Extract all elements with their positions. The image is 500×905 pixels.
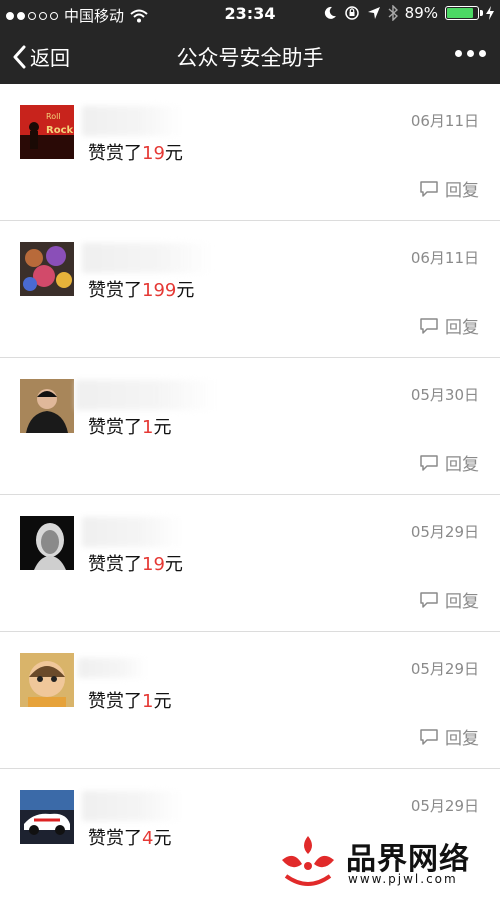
moon-icon	[324, 6, 336, 19]
list-item: 05月29日 赞赏了1元 回复	[0, 632, 500, 769]
reward-amount: 4	[142, 828, 154, 849]
avatar[interactable]	[20, 242, 74, 296]
battery-percent: 89%	[404, 4, 438, 22]
reward-text: 赞赏了1元	[88, 691, 172, 712]
list-item: 05月29日 赞赏了19元 回复	[0, 495, 500, 632]
svg-text:Rock: Rock	[46, 125, 73, 136]
battery-icon	[445, 6, 483, 20]
reward-date: 06月11日	[410, 249, 479, 267]
watermark: 品界网络 www.pjwl.com	[276, 832, 476, 889]
logo-icon	[282, 836, 334, 886]
reward-date: 05月30日	[410, 386, 479, 404]
comment-icon	[420, 180, 438, 197]
reward-text: 赞赏了199元	[88, 280, 195, 301]
reward-date: 05月29日	[410, 660, 479, 678]
list-item: Roll Rock 06月11日 赞赏了19元 回复	[0, 84, 500, 221]
status-bar: 中国移动 23:34 89%	[0, 0, 500, 28]
reward-amount: 199	[142, 280, 177, 301]
reward-list: Roll Rock 06月11日 赞赏了19元 回复 06月11日 赞赏了199…	[0, 84, 500, 905]
reply-button[interactable]: 回复	[419, 724, 479, 749]
location-icon	[367, 7, 380, 19]
avatar[interactable]	[20, 790, 74, 844]
reward-date: 06月11日	[410, 112, 479, 130]
reward-amount: 1	[142, 691, 154, 712]
reply-button[interactable]: 回复	[419, 313, 479, 338]
charging-icon	[486, 6, 494, 20]
reply-button[interactable]: 回复	[419, 450, 479, 475]
reward-amount: 19	[142, 143, 165, 164]
comment-icon	[420, 317, 438, 334]
navigation-bar: 返回 公众号安全助手	[0, 28, 500, 84]
reward-text: 赞赏了1元	[88, 417, 172, 438]
more-options-button[interactable]	[455, 50, 486, 57]
avatar[interactable]	[20, 653, 74, 707]
list-item: 05月30日 赞赏了1元 回复	[0, 358, 500, 495]
avatar[interactable]: Roll Rock	[20, 105, 74, 159]
reward-amount: 19	[142, 554, 165, 575]
page-title: 公众号安全助手	[176, 46, 324, 70]
comment-icon	[420, 591, 438, 608]
comment-icon	[420, 728, 438, 745]
more-dots-icon	[455, 50, 462, 57]
reward-text: 赞赏了19元	[88, 143, 183, 164]
avatar[interactable]	[20, 516, 74, 570]
avatar[interactable]	[20, 379, 74, 433]
bluetooth-icon	[388, 5, 398, 21]
reward-date: 05月29日	[410, 797, 479, 815]
svg-text:Roll: Roll	[46, 112, 61, 121]
reward-text: 赞赏了4元	[88, 828, 172, 849]
comment-icon	[420, 454, 438, 471]
reward-amount: 1	[142, 417, 154, 438]
reply-button[interactable]: 回复	[419, 176, 479, 201]
orientation-lock-icon	[344, 6, 359, 20]
list-item: 06月11日 赞赏了199元 回复	[0, 221, 500, 358]
reward-date: 05月29日	[410, 523, 479, 541]
reply-button[interactable]: 回复	[419, 587, 479, 612]
watermark-url: www.pjwl.com	[348, 872, 458, 886]
reward-text: 赞赏了19元	[88, 554, 183, 575]
